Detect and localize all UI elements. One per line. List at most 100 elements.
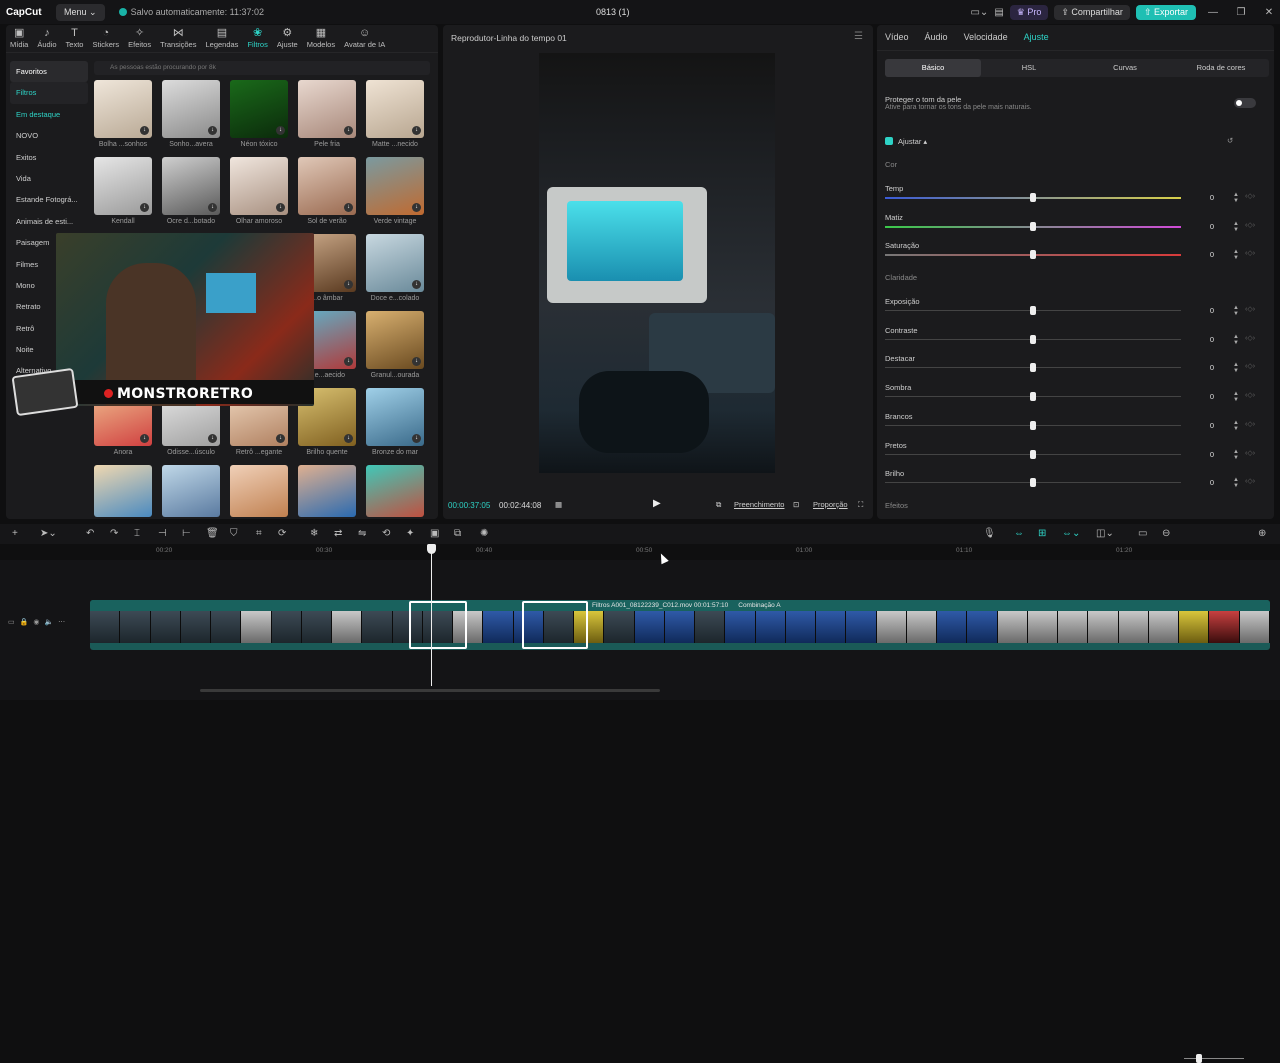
tab-captions[interactable]: ▤ Legendas	[205, 27, 238, 50]
slider-knob[interactable]	[1030, 363, 1036, 373]
layout-icon[interactable]: ▭⌄	[970, 7, 988, 18]
keyframe-icon[interactable]: ‹◇›	[1245, 221, 1255, 229]
download-icon[interactable]: ↓	[344, 434, 353, 443]
sidebar-item[interactable]: Filtros	[10, 82, 88, 104]
download-icon[interactable]: ↓	[276, 203, 285, 212]
snap-icon[interactable]: ⊞	[1038, 528, 1046, 539]
download-icon[interactable]: ↓	[412, 203, 421, 212]
tab-sticker[interactable]: ◔ Stickers	[92, 27, 119, 50]
filter-item[interactable]	[162, 465, 220, 517]
crop-icon[interactable]: ⊡	[793, 500, 799, 509]
crop-tool-icon[interactable]: ⌗	[256, 528, 262, 539]
slider-knob[interactable]	[1030, 250, 1036, 260]
video-preview[interactable]	[539, 53, 775, 473]
filter-item[interactable]: ↓ Doce e...colado	[366, 234, 424, 304]
download-icon[interactable]: ↓	[140, 126, 149, 135]
lock-icon[interactable]: 🔒	[20, 618, 29, 626]
keyframe-icon[interactable]: ‹◇›	[1245, 192, 1255, 200]
minimize-icon[interactable]: —	[1202, 7, 1224, 18]
download-icon[interactable]: ↓	[412, 126, 421, 135]
adjust-label[interactable]: Ajustar ▴	[898, 137, 927, 146]
slider-value-input[interactable]: 0	[1193, 248, 1231, 262]
filter-item[interactable]: ↓ Néon tóxico	[230, 80, 288, 150]
slider-knob[interactable]	[1030, 478, 1036, 488]
download-icon[interactable]: ↓	[208, 126, 217, 135]
value-stepper[interactable]: ▲ ▼	[1232, 249, 1240, 261]
keyframe-icon[interactable]: ‹◇›	[1245, 334, 1255, 342]
filter-search-input[interactable]: As pessoas estão procurando por 8k	[94, 61, 430, 75]
fullscreen-icon[interactable]: ⛶	[858, 500, 863, 510]
download-icon[interactable]: ↓	[412, 357, 421, 366]
slider-knob[interactable]	[1030, 392, 1036, 402]
keyframe-icon[interactable]: ‹◇›	[1245, 391, 1255, 399]
link-icon[interactable]: ⇔	[1014, 528, 1024, 539]
download-icon[interactable]: ↓	[140, 203, 149, 212]
keyframe-icon[interactable]: ‹◇›	[1245, 420, 1255, 428]
value-stepper[interactable]: ▲ ▼	[1232, 477, 1240, 489]
keyframe-icon[interactable]: ‹◇›	[1245, 305, 1255, 313]
filter-item[interactable]: ↓ Matte ...necido	[366, 80, 424, 150]
filter-item[interactable]: ↓ Sonho...avera	[162, 80, 220, 150]
slider-knob[interactable]	[1030, 334, 1036, 344]
download-icon[interactable]: ↓	[344, 126, 353, 135]
inspector-tab[interactable]: Vídeo	[885, 32, 909, 43]
zoom-slider-knob[interactable]	[1196, 1054, 1202, 1063]
select-tool-icon[interactable]: ➤⌄	[40, 528, 57, 539]
value-stepper[interactable]: ▲ ▼	[1232, 334, 1240, 346]
microphone-icon[interactable]: 🎙	[983, 528, 996, 539]
download-icon[interactable]: ↓	[412, 280, 421, 289]
shield-icon[interactable]: ⛉	[230, 528, 238, 539]
download-icon[interactable]: ↓	[208, 434, 217, 443]
value-stepper[interactable]: ▲ ▼	[1232, 420, 1240, 432]
adjust-checkbox[interactable]	[885, 137, 893, 145]
tab-filters[interactable]: ❀ Filtros	[247, 27, 267, 50]
filter-item[interactable]: ↓ Pele fria	[298, 80, 356, 150]
slider-value-input[interactable]: 0	[1193, 476, 1231, 490]
fill-icon[interactable]: ⧉	[716, 500, 721, 510]
zoom-out-icon[interactable]: ⊖	[1162, 528, 1170, 539]
adjust-subtab[interactable]: HSL	[981, 59, 1077, 77]
filter-item[interactable]: ↓ Kendall	[94, 157, 152, 227]
preview-axis-icon[interactable]: ⇔⌄	[1062, 528, 1080, 539]
redo-icon[interactable]: ↷	[110, 528, 118, 539]
download-icon[interactable]: ↓	[344, 203, 353, 212]
download-icon[interactable]: ↓	[344, 357, 353, 366]
menu-button[interactable]: Menu ⌄	[56, 3, 105, 21]
visibility-icon[interactable]: ◉	[33, 618, 39, 626]
tab-audio[interactable]: ♪ Áudio	[37, 27, 56, 50]
selected-clip[interactable]	[409, 601, 467, 649]
ai-icon[interactable]: ✺	[480, 528, 488, 539]
slider-value-input[interactable]: 0	[1193, 361, 1231, 375]
slider-knob[interactable]	[1030, 306, 1036, 315]
value-stepper[interactable]: ▲ ▼	[1232, 221, 1240, 233]
download-icon[interactable]: ↓	[208, 203, 217, 212]
maximize-icon[interactable]: ❐	[1230, 7, 1252, 18]
slider-knob[interactable]	[1030, 420, 1036, 430]
subtitle-icon[interactable]: ▭	[1138, 528, 1147, 539]
filter-item[interactable]: ↓ Bolha ...sonhos	[94, 80, 152, 150]
slider-knob[interactable]	[1030, 221, 1036, 231]
share-button[interactable]: ⇪ Compartilhar	[1054, 4, 1130, 20]
inspector-tab[interactable]: Áudio	[925, 32, 948, 43]
inspector-tab[interactable]: Ajuste	[1024, 32, 1049, 43]
delete-icon[interactable]: 🗑	[206, 528, 219, 539]
mirror-icon[interactable]: ⇋	[358, 528, 366, 539]
timeline-ruler[interactable]: 00:20 00:30 00:40 00:50 01:00 01:10 01:20	[90, 544, 1280, 558]
ratio-button[interactable]: Proporção	[813, 500, 848, 509]
value-stepper[interactable]: ▲ ▼	[1232, 192, 1240, 204]
value-stepper[interactable]: ▲ ▼	[1232, 449, 1240, 461]
value-stepper[interactable]: ▲ ▼	[1232, 305, 1240, 317]
export-button[interactable]: ⇧ Exportar	[1135, 4, 1196, 20]
filter-item[interactable]: ↓ Bronze do mar	[366, 388, 424, 458]
split-icon[interactable]: ⌶	[134, 528, 140, 539]
freeze-icon[interactable]: ❄	[310, 528, 318, 539]
download-icon[interactable]: ↓	[276, 434, 285, 443]
keyframe-icon[interactable]: ‹◇›	[1245, 477, 1255, 485]
zoom-slider[interactable]	[1184, 1058, 1244, 1059]
filter-item[interactable]	[94, 465, 152, 517]
slider-value-input[interactable]: 0	[1193, 448, 1231, 462]
tab-templates[interactable]: ▦ Modelos	[307, 27, 335, 50]
keyframe-icon[interactable]: ‹◇›	[1245, 362, 1255, 370]
sidebar-item[interactable]: NOVO	[10, 125, 88, 146]
slider-value-input[interactable]: 0	[1193, 304, 1231, 318]
